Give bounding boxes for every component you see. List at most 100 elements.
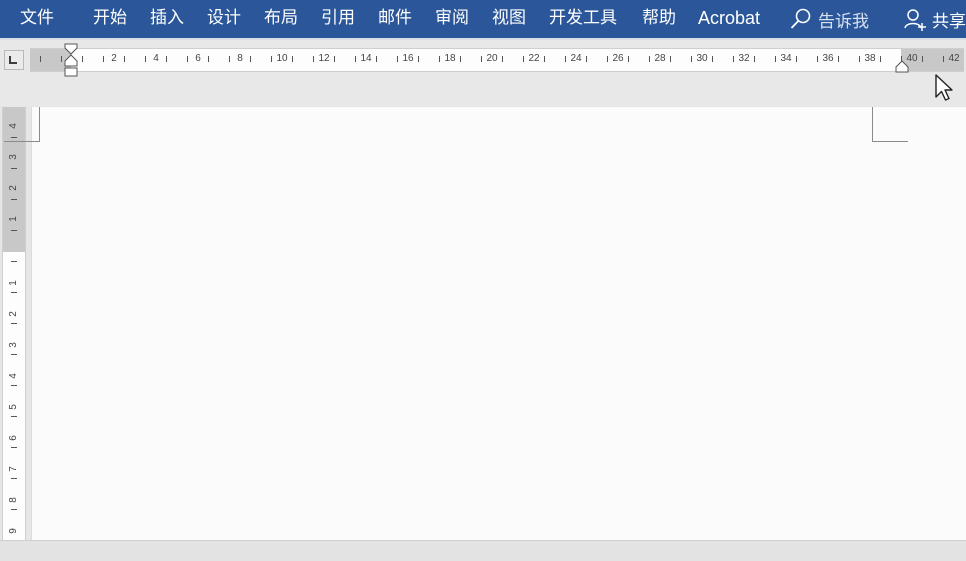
ruler-number: 30 bbox=[696, 53, 708, 64]
ruler-number: 9 bbox=[8, 528, 19, 534]
ruler-tick bbox=[649, 56, 650, 62]
ruler-number: 5 bbox=[8, 404, 19, 410]
ruler-number: 24 bbox=[570, 53, 582, 64]
ruler-tick bbox=[628, 56, 629, 62]
ruler-tick bbox=[11, 416, 17, 417]
ruler-tick bbox=[124, 56, 125, 62]
ruler-number: 4 bbox=[8, 373, 19, 379]
ruler-tick bbox=[334, 56, 335, 62]
ruler-number: 38 bbox=[864, 53, 876, 64]
ruler-tick bbox=[313, 56, 314, 62]
bottom-bar bbox=[0, 540, 966, 561]
ruler-number: 7 bbox=[8, 466, 19, 472]
ruler-number: 14 bbox=[360, 53, 372, 64]
ruler-number: 8 bbox=[237, 53, 243, 64]
ruler-tick bbox=[397, 56, 398, 62]
ruler-number: 10 bbox=[276, 53, 288, 64]
ruler-tick bbox=[481, 56, 482, 62]
ruler-number: 2 bbox=[111, 53, 117, 64]
ruler-number: 26 bbox=[612, 53, 624, 64]
ruler-number: 34 bbox=[780, 53, 792, 64]
ruler-tick bbox=[859, 56, 860, 62]
ruler-tick bbox=[502, 56, 503, 62]
ruler-tick bbox=[250, 56, 251, 62]
ruler-tick bbox=[11, 261, 17, 262]
ruler-number: 36 bbox=[822, 53, 834, 64]
tab-home[interactable]: 开始 bbox=[93, 0, 127, 38]
ruler-tick bbox=[733, 56, 734, 62]
tell-me-label: 告诉我 bbox=[818, 11, 869, 32]
mouse-pointer-icon bbox=[935, 74, 953, 101]
ruler-number: 28 bbox=[654, 53, 666, 64]
ruler-tick bbox=[355, 56, 356, 62]
ruler-number: 6 bbox=[195, 53, 201, 64]
ruler-tick bbox=[838, 56, 839, 62]
ruler-tick bbox=[11, 385, 17, 386]
ruler-number: 8 bbox=[8, 497, 19, 503]
ruler-tick bbox=[586, 56, 587, 62]
ruler-tick bbox=[523, 56, 524, 62]
share-button[interactable]: 共享 bbox=[902, 0, 966, 38]
ruler-tick bbox=[775, 56, 776, 62]
person-add-icon bbox=[902, 6, 928, 32]
tell-me-search[interactable]: 告诉我 bbox=[788, 0, 869, 38]
tab-references[interactable]: 引用 bbox=[321, 0, 355, 38]
ruler-tick bbox=[292, 56, 293, 62]
document-page[interactable] bbox=[31, 107, 966, 540]
ruler-tick bbox=[460, 56, 461, 62]
ruler-tick bbox=[187, 56, 188, 62]
ruler-tick bbox=[11, 354, 17, 355]
tab-review[interactable]: 审阅 bbox=[435, 0, 469, 38]
ruler-tick bbox=[817, 56, 818, 62]
ruler-number: 16 bbox=[402, 53, 414, 64]
ruler-number: 2 bbox=[8, 185, 19, 191]
ruler-tick bbox=[11, 447, 17, 448]
ruler-number: 2 bbox=[8, 311, 19, 317]
ruler-tick bbox=[166, 56, 167, 62]
tab-insert[interactable]: 插入 bbox=[150, 0, 184, 38]
ruler-number: 3 bbox=[8, 342, 19, 348]
ruler-number: 1 bbox=[8, 216, 19, 222]
ruler-number: 6 bbox=[8, 435, 19, 441]
tab-acrobat[interactable]: Acrobat bbox=[698, 0, 760, 38]
right-crop-mark bbox=[872, 107, 908, 142]
tab-view[interactable]: 视图 bbox=[492, 0, 526, 38]
tab-mailings[interactable]: 邮件 bbox=[378, 0, 412, 38]
ruler-number: 4 bbox=[153, 53, 159, 64]
ruler-tick bbox=[565, 56, 566, 62]
ruler-tick bbox=[11, 323, 17, 324]
ruler-number: 32 bbox=[738, 53, 750, 64]
tab-design[interactable]: 设计 bbox=[207, 0, 241, 38]
tab-help[interactable]: 帮助 bbox=[642, 0, 676, 38]
vertical-ruler[interactable]: 4321123456789 bbox=[2, 107, 26, 543]
ruler-tick bbox=[607, 56, 608, 62]
tab-layout[interactable]: 布局 bbox=[264, 0, 298, 38]
tab-developer[interactable]: 开发工具 bbox=[549, 0, 617, 38]
share-label: 共享 bbox=[932, 11, 966, 32]
ruler-number: 3 bbox=[8, 154, 19, 160]
left-tab-stop-icon[interactable] bbox=[4, 50, 24, 70]
ruler-tick bbox=[271, 56, 272, 62]
search-icon bbox=[788, 6, 814, 32]
ruler-tick bbox=[11, 199, 17, 200]
ruler-number: 20 bbox=[486, 53, 498, 64]
ruler-tick bbox=[11, 168, 17, 169]
right-indent-icon[interactable] bbox=[894, 60, 910, 74]
ruler-tick bbox=[922, 56, 923, 62]
first-line-indent-icon[interactable] bbox=[62, 42, 80, 80]
ruler-tick bbox=[544, 56, 545, 62]
ruler-tick bbox=[208, 56, 209, 62]
ruler-number: 22 bbox=[528, 53, 540, 64]
ruler-tick bbox=[943, 56, 944, 62]
ruler-tick bbox=[11, 478, 17, 479]
ruler-tick bbox=[229, 56, 230, 62]
ruler-tick bbox=[82, 56, 83, 62]
ruler-tick bbox=[145, 56, 146, 62]
horizontal-ruler[interactable]: 2 4 6 8 10 12 14 16 18 20 22 24 26 28 30 32 34 36 38 40 42 bbox=[30, 48, 964, 72]
ruler-tick bbox=[880, 56, 881, 62]
ruler-tick bbox=[11, 509, 17, 510]
ruler-number: 42 bbox=[948, 53, 960, 64]
tab-file[interactable]: 文件 bbox=[20, 0, 54, 38]
ruler-tick bbox=[712, 56, 713, 62]
left-crop-mark bbox=[4, 107, 40, 142]
